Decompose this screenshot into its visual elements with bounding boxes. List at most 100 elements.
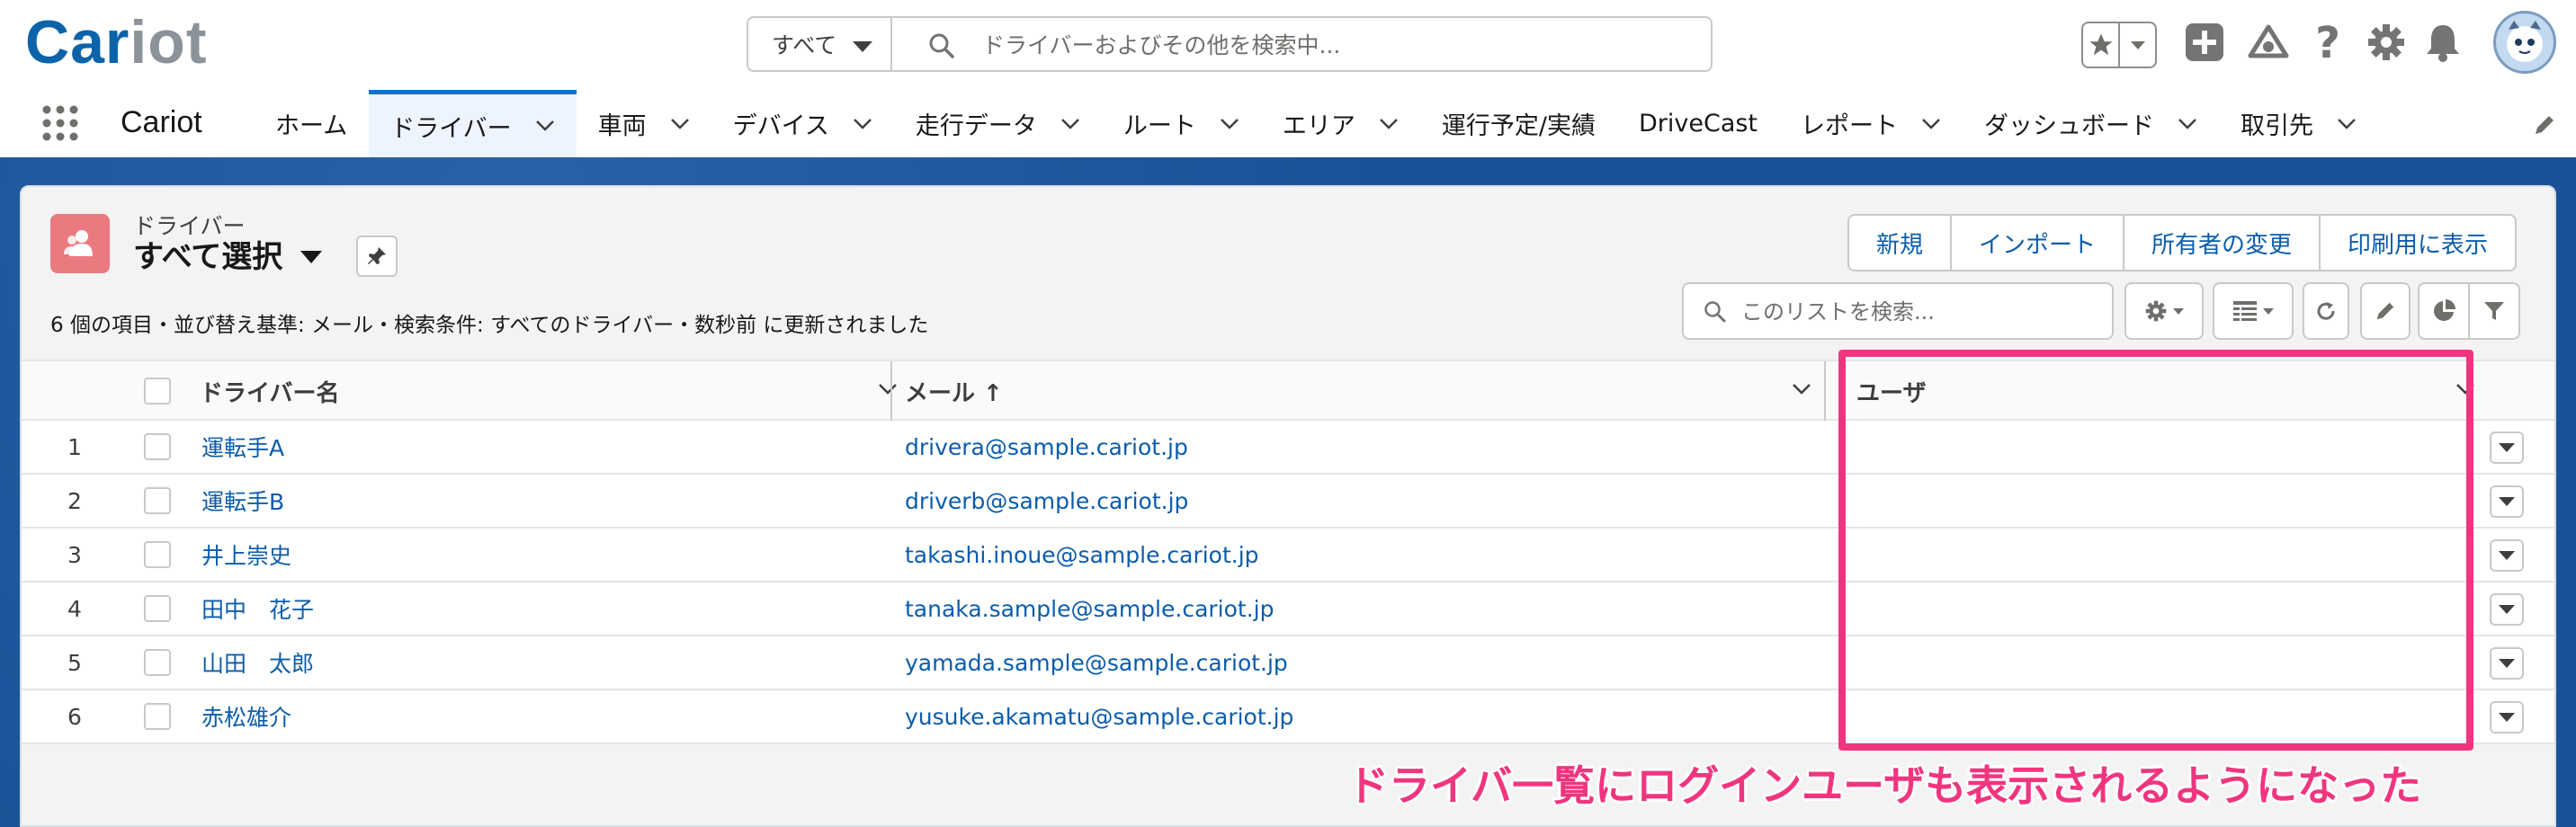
driver-name-link[interactable]: 運転手A [201,421,284,473]
object-label: ドライバー [133,213,246,239]
printable-view-button[interactable]: 印刷用に表示 [2321,216,2515,270]
driver-name-link[interactable]: 運転手B [201,475,284,527]
row-action-menu[interactable] [2490,539,2524,572]
edit-nav-pencil-icon[interactable] [2533,113,2556,137]
chevron-down-icon[interactable] [535,120,555,132]
row-checkbox[interactable] [144,703,171,730]
row-action-menu[interactable] [2490,485,2524,518]
nav-tab[interactable]: デバイス [711,90,894,157]
column-resize-handle[interactable] [890,361,892,421]
column-header-driver-name[interactable]: ドライバー名 [200,361,910,421]
chevron-down-icon [853,41,872,52]
trailhead-icon[interactable] [2247,22,2290,65]
filter-button[interactable] [2468,282,2520,340]
row-number: 4 [67,595,82,622]
list-view-selector[interactable]: すべて選択 [133,239,323,275]
driver-name-link[interactable]: 山田 太郎 [201,636,314,689]
chevron-down-icon[interactable] [1379,118,1399,130]
nav-tab[interactable]: 走行データ [894,90,1102,157]
chevron-down-icon [300,251,323,263]
gear-icon[interactable] [2366,22,2407,63]
driver-name-link[interactable]: 井上崇史 [201,529,291,581]
avatar[interactable] [2493,11,2556,74]
nav-tab[interactable]: DriveCast [1617,90,1779,157]
nav-tab-label: 取引先 [2241,112,2314,140]
nav-tab-label: デバイス [732,112,829,140]
charts-button[interactable] [2418,282,2470,340]
email-link[interactable]: takashi.inoue@sample.cariot.jp [905,529,1259,581]
nav-tab[interactable]: 車両 [577,90,711,157]
row-checkbox[interactable] [144,433,171,460]
chevron-down-icon[interactable] [2178,118,2197,130]
nav-tab[interactable]: ホーム [254,90,369,157]
chevron-down-icon[interactable] [2337,118,2357,130]
search-scope-dropdown[interactable]: すべて [747,16,890,72]
chevron-down-icon [2499,605,2515,614]
column-header-email[interactable]: メール ↑ [905,361,1824,421]
chevron-down-icon[interactable] [1921,118,1941,130]
chevron-down-icon[interactable] [853,118,872,130]
nav-tab[interactable]: ルート [1102,90,1261,157]
row-action-menu[interactable] [2490,593,2524,626]
refresh-icon [2317,302,2335,320]
email-link[interactable]: yusuke.akamatu@sample.cariot.jp [905,690,1293,743]
row-checkbox[interactable] [144,595,171,622]
change-owner-button[interactable]: 所有者の変更 [2124,216,2321,270]
nav-tab[interactable]: 取引先 [2219,90,2378,157]
app-name: Cariot [121,105,202,139]
app-launcher-icon[interactable] [41,104,79,142]
pin-list-button[interactable] [356,236,398,277]
chart-icon [2434,299,2455,321]
chevron-down-icon[interactable] [1060,118,1080,130]
bell-icon[interactable] [2423,22,2463,63]
email-link[interactable]: drivera@sample.cariot.jp [905,421,1188,473]
chevron-down-icon[interactable] [670,118,690,130]
svg-text:?: ? [2315,20,2340,65]
email-link[interactable]: tanaka.sample@sample.cariot.jp [905,582,1274,635]
email-link[interactable]: yamada.sample@sample.cariot.jp [905,636,1288,689]
favorites-dropdown[interactable] [2120,23,2155,67]
import-button[interactable]: インポート [1952,216,2125,270]
row-checkbox[interactable] [144,487,171,514]
global-search-input[interactable] [982,27,1684,63]
highlight-box [1838,350,2473,751]
nav-tab[interactable]: ドライバー [369,90,577,157]
cariot-logo[interactable]: Cariot [25,11,207,74]
chevron-down-icon[interactable] [1792,383,1811,396]
chevron-down-icon [2499,443,2515,452]
nav-tabs: ホーム ドライバー 車両 デバイス 走行データ ルート エリア 運行予定/実績 DriveCas… [254,90,2378,157]
select-all-checkbox[interactable] [144,378,171,405]
list-search-box [1682,282,2114,340]
row-checkbox[interactable] [144,649,171,676]
driver-name-link[interactable]: 田中 花子 [201,582,314,635]
refresh-button[interactable] [2303,282,2349,340]
help-icon[interactable]: ? [2312,20,2344,65]
nav-tab[interactable]: ダッシュボード [1963,90,2219,157]
nav-tab-label: ルート [1123,112,1196,140]
chevron-down-icon[interactable] [878,383,898,396]
nav-tab[interactable]: レポート [1779,90,1963,157]
nav-tab-label: ドライバー [390,114,512,143]
row-action-menu[interactable] [2490,431,2524,464]
column-resize-handle[interactable] [1824,361,1826,421]
email-link[interactable]: driverb@sample.cariot.jp [905,475,1188,527]
new-button[interactable]: 新規 [1849,216,1953,270]
driver-name-link[interactable]: 赤松雄介 [201,690,291,743]
list-view-name: すべて選択 [133,239,283,275]
chevron-down-icon [2499,551,2515,560]
nav-tab[interactable]: 運行予定/実績 [1420,90,1617,157]
row-action-menu[interactable] [2490,647,2524,680]
nav-tab-label: 運行予定/実績 [1441,112,1596,140]
display-as-button[interactable] [2213,282,2294,340]
list-settings-button[interactable] [2124,282,2204,340]
app-navigation-bar: Cariot ホーム ドライバー 車両 デバイス 走行データ ルート エリア 運行予定/実績 D… [0,90,2576,157]
star-icon[interactable] [2083,23,2120,67]
chevron-down-icon[interactable] [1220,118,1239,130]
row-checkbox[interactable] [144,541,171,568]
row-number: 3 [67,541,82,568]
inline-edit-button[interactable] [2360,282,2411,340]
plus-icon[interactable] [2184,22,2225,63]
nav-tab[interactable]: エリア [1261,90,1420,157]
row-action-menu[interactable] [2490,701,2524,734]
list-search-input[interactable] [1741,295,2101,329]
